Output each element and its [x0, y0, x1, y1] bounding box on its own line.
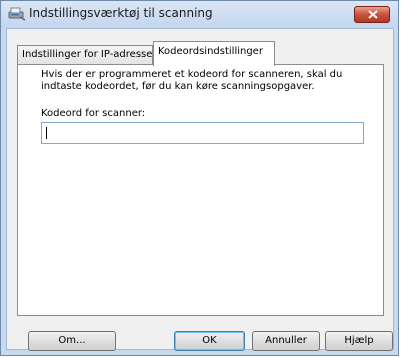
scanner-icon	[8, 6, 26, 21]
about-button-label: Om...	[58, 335, 86, 346]
title-bar[interactable]: Indstillingsværktøj til scanning	[1, 1, 398, 27]
tab-password-settings[interactable]: Kodeordsindstillinger	[153, 41, 275, 66]
tab-panel	[17, 64, 384, 316]
text-caret	[46, 127, 47, 139]
about-button[interactable]: Om...	[28, 331, 116, 351]
password-description: Hvis der er programmeret et kodeord for …	[41, 69, 343, 92]
close-button[interactable]	[354, 6, 390, 23]
help-button-label: Hjælp	[344, 335, 374, 346]
ok-button[interactable]: OK	[174, 331, 245, 351]
cancel-button-label: Annuller	[265, 335, 307, 346]
password-label: Kodeord for scanner:	[41, 108, 146, 119]
password-input[interactable]	[41, 122, 364, 144]
cancel-button[interactable]: Annuller	[252, 331, 320, 351]
window-title: Indstillingsværktøj til scanning	[29, 6, 213, 20]
tab-ip-address-settings[interactable]: Indstillinger for IP-adresse	[17, 45, 153, 65]
ok-button-label: OK	[202, 335, 217, 346]
close-icon	[368, 10, 378, 19]
help-button[interactable]: Hjælp	[325, 331, 393, 351]
